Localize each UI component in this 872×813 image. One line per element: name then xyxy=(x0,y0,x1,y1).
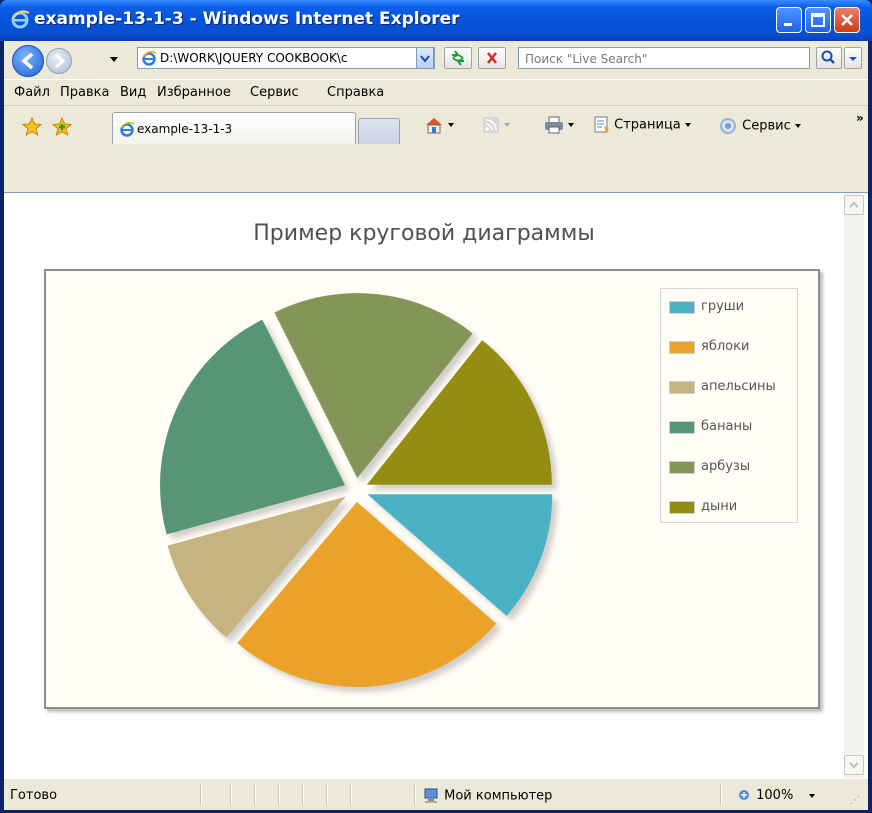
page-content: Пример круговой диаграммы груши яблоки апе… xyxy=(4,192,868,779)
browser-window: example-13-1-3 - Windows Internet Explor… xyxy=(0,0,872,813)
menu-help[interactable]: Справка xyxy=(327,85,384,100)
status-bar: Готово Мой компьютер 100% ⋰ xyxy=(4,778,868,810)
search-input[interactable] xyxy=(523,49,807,69)
menu-file[interactable]: Файл xyxy=(14,85,50,100)
tab-row: example-13-1-3 Страница Сервис » xyxy=(4,105,868,148)
legend-label: арбузы xyxy=(701,459,751,474)
chevron-down-icon xyxy=(849,762,859,769)
close-button[interactable] xyxy=(834,7,860,33)
tools-menu-label: Сервис xyxy=(742,118,791,134)
scroll-up-button[interactable] xyxy=(844,195,864,215)
status-divider xyxy=(200,785,202,805)
new-tab-button[interactable] xyxy=(358,118,400,144)
address-bar[interactable]: D:\WORK\JQUERY COOKBOOK\c xyxy=(137,47,435,69)
resize-grip-icon[interactable]: ⋰ xyxy=(850,795,860,806)
status-divider xyxy=(302,785,304,805)
chevron-down-icon xyxy=(849,57,857,61)
home-button[interactable] xyxy=(424,116,454,134)
minimize-button[interactable] xyxy=(776,7,802,33)
menu-edit[interactable]: Правка xyxy=(60,85,109,100)
zoom-icon xyxy=(739,789,749,800)
status-text: Готово xyxy=(10,788,58,803)
ie-logo-icon xyxy=(11,10,30,29)
home-icon xyxy=(426,118,442,134)
legend-label: яблоки xyxy=(701,339,750,354)
browser-chrome: D:\WORK\JQUERY COOKBOOK\c Файл П xyxy=(4,41,868,192)
legend-label: дыни xyxy=(701,499,738,514)
close-icon xyxy=(841,14,853,26)
search-box[interactable] xyxy=(518,47,810,69)
search-icon xyxy=(821,50,835,64)
back-icon xyxy=(21,52,34,70)
more-commands-icon[interactable]: » xyxy=(856,111,864,125)
page-menu-label: Страница xyxy=(614,117,681,133)
menu-view[interactable]: Вид xyxy=(120,85,146,100)
zoom-level: 100% xyxy=(756,788,794,803)
status-divider xyxy=(254,785,256,805)
legend-swatch xyxy=(669,501,695,514)
chart-legend: груши яблоки апельсины бананы арбузы дыни xyxy=(660,288,798,523)
legend-swatch xyxy=(669,421,695,434)
gear-icon xyxy=(720,118,736,134)
tab-label: example-13-1-3 xyxy=(137,122,233,136)
search-options-button[interactable] xyxy=(844,47,862,69)
maximize-icon xyxy=(811,13,825,27)
legend-label: апельсины xyxy=(701,379,776,394)
minimize-icon xyxy=(784,23,792,26)
status-divider xyxy=(414,785,416,805)
page-icon xyxy=(594,116,609,133)
window-title: example-13-1-3 - Windows Internet Explor… xyxy=(34,9,460,29)
page-ie-icon xyxy=(142,50,157,66)
computer-icon xyxy=(424,788,438,803)
favorites-star-icon[interactable] xyxy=(22,117,42,137)
forward-icon xyxy=(55,53,66,69)
legend-label: груши xyxy=(701,299,745,314)
status-divider xyxy=(350,785,352,805)
scroll-down-button[interactable] xyxy=(844,755,864,775)
tools-menu-button[interactable]: Сервис xyxy=(718,116,801,136)
print-icon xyxy=(545,116,563,134)
zone-indicator: Мой компьютер xyxy=(422,788,552,804)
status-divider xyxy=(230,785,232,805)
page-menu-button[interactable]: Страница xyxy=(594,116,691,134)
search-button[interactable] xyxy=(816,47,842,69)
add-favorite-icon[interactable] xyxy=(52,117,74,137)
legend-swatch xyxy=(669,381,695,394)
forward-button[interactable] xyxy=(46,48,72,74)
stop-button[interactable] xyxy=(478,47,506,69)
status-divider xyxy=(720,785,722,805)
chevron-up-icon xyxy=(849,201,859,208)
status-divider xyxy=(326,785,328,805)
zoom-dropdown-icon[interactable] xyxy=(809,793,816,798)
tab-ie-icon xyxy=(120,121,135,137)
maximize-button[interactable] xyxy=(805,7,831,33)
feeds-button[interactable] xyxy=(482,116,510,134)
address-dropdown[interactable] xyxy=(416,47,434,69)
history-dropdown[interactable] xyxy=(110,57,118,62)
back-button[interactable] xyxy=(12,45,44,77)
address-row: D:\WORK\JQUERY COOKBOOK\c xyxy=(4,41,868,77)
legend-swatch xyxy=(669,301,695,314)
refresh-icon xyxy=(452,50,464,66)
legend-swatch xyxy=(669,341,695,354)
vertical-scrollbar[interactable] xyxy=(844,193,864,779)
zoom-button[interactable]: 100% xyxy=(738,788,816,803)
refresh-button[interactable] xyxy=(444,47,472,69)
menu-favorites[interactable]: Избранное xyxy=(157,85,231,100)
title-bar[interactable]: example-13-1-3 - Windows Internet Explor… xyxy=(0,0,872,41)
legend-label: бананы xyxy=(701,419,753,434)
menu-tools[interactable]: Сервис xyxy=(250,85,299,100)
print-button[interactable] xyxy=(544,116,574,134)
stop-icon xyxy=(487,52,497,64)
tab-example[interactable]: example-13-1-3 xyxy=(112,112,356,144)
status-divider xyxy=(278,785,280,805)
legend-swatch xyxy=(669,461,695,474)
address-url: D:\WORK\JQUERY COOKBOOK\c xyxy=(160,51,348,65)
chevron-down-icon xyxy=(420,55,430,63)
menu-bar: Файл Правка Вид Избранное Сервис Справка xyxy=(4,79,868,106)
feeds-icon xyxy=(483,117,499,133)
zone-label: Мой компьютер xyxy=(444,788,553,804)
